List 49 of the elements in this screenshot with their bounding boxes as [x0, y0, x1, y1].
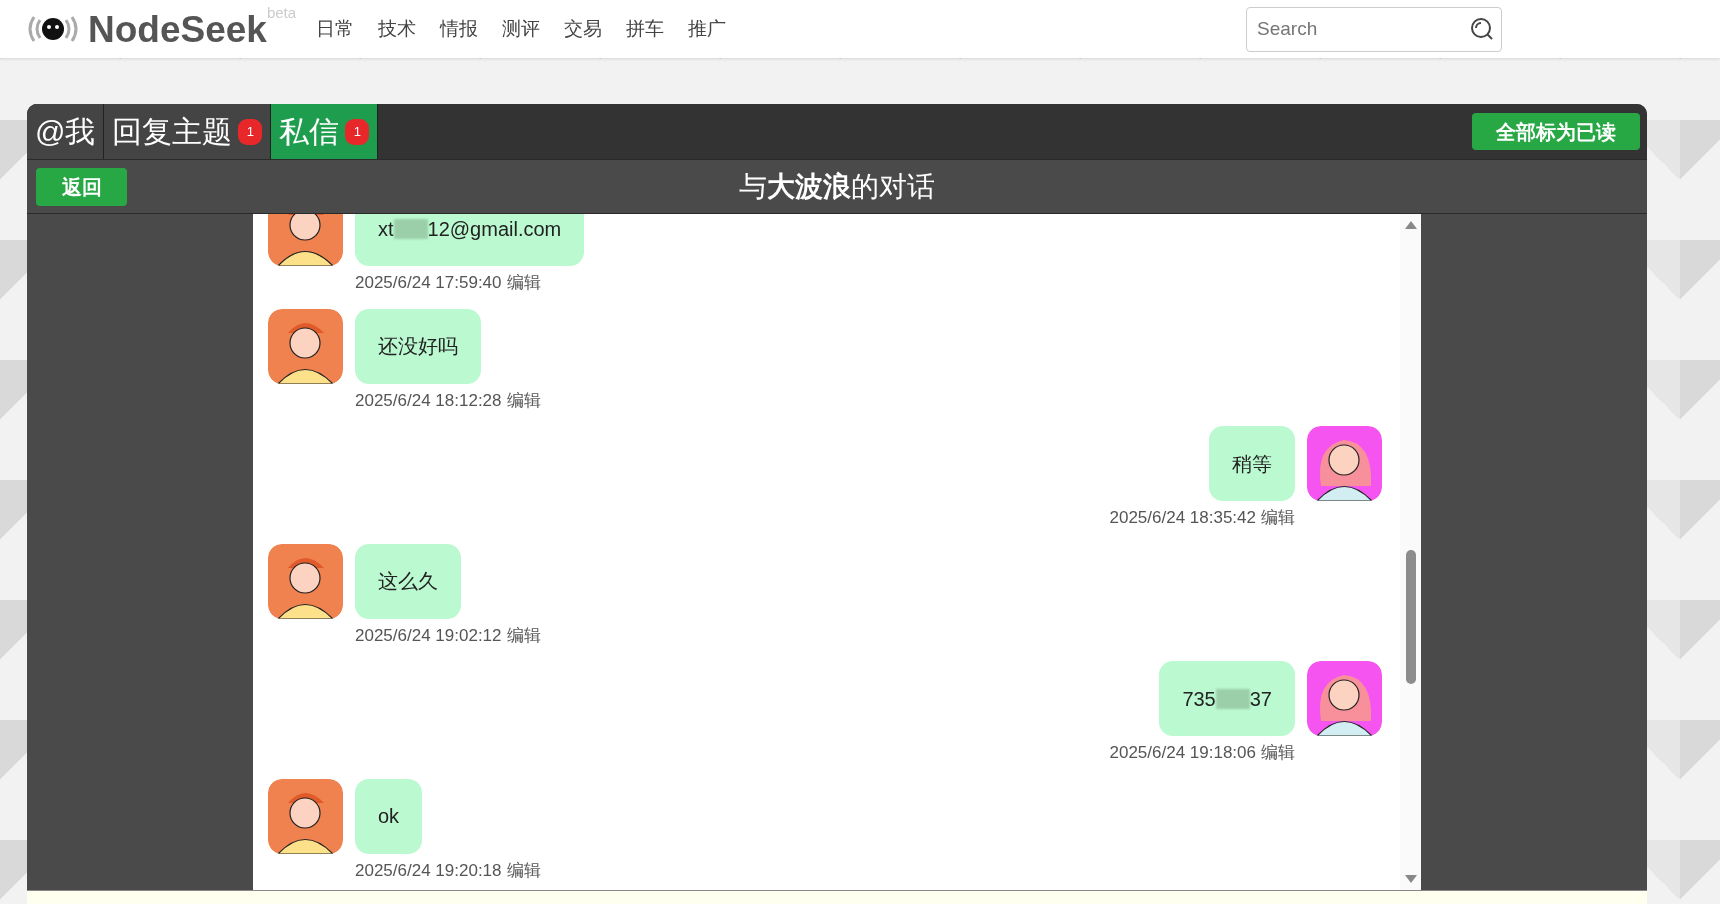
- scroll-down-icon[interactable]: [1403, 874, 1418, 884]
- message-text: 37: [1249, 686, 1272, 712]
- redaction-mask: [393, 218, 428, 239]
- tab[interactable]: 回复主题 1: [104, 104, 272, 159]
- count-badge: 1: [345, 118, 370, 145]
- edit-link[interactable]: 编辑: [506, 387, 541, 413]
- count-badge: 1: [238, 118, 263, 145]
- nav-link[interactable]: 推广: [688, 14, 727, 44]
- timestamp: 2025/6/24 19:18:06: [1109, 742, 1256, 764]
- message-text: ok: [378, 804, 400, 829]
- timestamp: 2025/6/24 19:02:12: [355, 624, 502, 647]
- scrollbar-thumb[interactable]: [1405, 550, 1416, 684]
- nav-link[interactable]: 测评: [502, 14, 541, 44]
- nav-link[interactable]: 技术: [378, 14, 417, 44]
- tab[interactable]: 私信 1: [271, 104, 379, 159]
- nav-link[interactable]: 日常: [316, 14, 355, 44]
- avatar-icon[interactable]: [268, 308, 343, 384]
- scrollbar[interactable]: [1400, 214, 1421, 890]
- timestamp: 2025/6/24 19:20:18: [355, 859, 502, 882]
- edit-link[interactable]: 编辑: [506, 270, 541, 296]
- logo-text[interactable]: NodeSeek: [88, 10, 267, 48]
- edit-link[interactable]: 编辑: [506, 622, 541, 648]
- nav-link[interactable]: 情报: [440, 14, 479, 44]
- timestamp: 2025/6/24 18:12:28: [355, 389, 502, 412]
- conversation-title: 与大波浪的对话: [739, 169, 935, 204]
- tab[interactable]: @我: [27, 104, 105, 159]
- avatar-icon[interactable]: [1307, 661, 1382, 736]
- nav-link[interactable]: 交易: [564, 14, 603, 44]
- redaction-mask: [1215, 688, 1250, 709]
- message-text: 12@gmail.com: [427, 216, 562, 242]
- message-text: 这么久: [378, 569, 438, 594]
- edit-link[interactable]: 编辑: [1261, 505, 1295, 531]
- avatar-icon[interactable]: [268, 543, 343, 619]
- scroll-up-icon[interactable]: [1403, 220, 1418, 230]
- edit-link[interactable]: 编辑: [506, 857, 541, 883]
- avatar-icon[interactable]: [1307, 426, 1382, 501]
- message-text: 735: [1182, 686, 1216, 712]
- search-icon[interactable]: [1470, 16, 1494, 41]
- message-text: 还没好吗: [378, 334, 458, 359]
- edit-link[interactable]: 编辑: [1261, 740, 1295, 766]
- nav-link[interactable]: 拼车: [626, 14, 665, 44]
- message-text: xt: [378, 216, 394, 242]
- search-field[interactable]: Search: [1246, 6, 1502, 52]
- avatar-icon[interactable]: [268, 778, 343, 854]
- reply-area[interactable]: [27, 890, 1647, 904]
- logo-icon: [26, 14, 80, 44]
- message-text: 稍等: [1232, 451, 1272, 477]
- timestamp: 2025/6/24 17:59:40: [355, 272, 502, 294]
- timestamp: 2025/6/24 18:35:42: [1109, 507, 1256, 529]
